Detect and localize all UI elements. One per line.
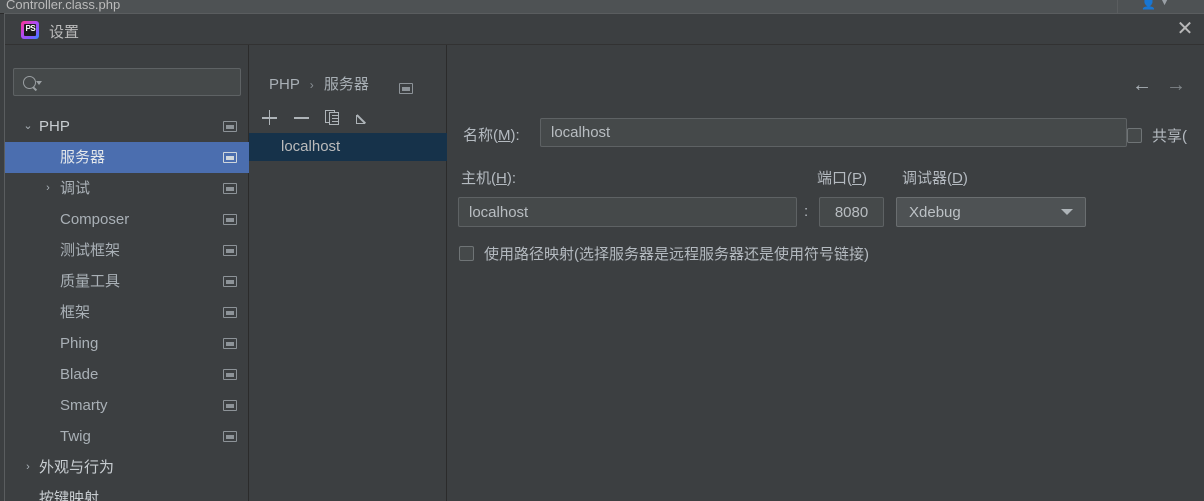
sidebar-item-4[interactable]: 测试框架 [5, 235, 249, 266]
sidebar-item-5[interactable]: 质量工具 [5, 266, 249, 297]
logo-text: PS [25, 24, 36, 33]
sidebar-item-2[interactable]: › 调试 [5, 173, 249, 204]
sidebar-item-1[interactable]: 服务器 [5, 142, 249, 173]
back-button[interactable]: ← [1127, 73, 1157, 97]
remove-server-button[interactable] [289, 105, 315, 131]
server-list-pane: PHP › 服务器 localhost [249, 45, 447, 501]
sidebar-item-label: Smarty [60, 397, 108, 414]
scope-badge-icon [223, 400, 237, 411]
sidebar-item-9[interactable]: Smarty [5, 390, 249, 421]
editor-tab-label[interactable]: Controller.class.php [6, 0, 120, 12]
scope-badge-icon [223, 369, 237, 380]
chevron-down-icon[interactable]: ⌄ [21, 111, 35, 142]
search-dropdown-icon[interactable] [36, 81, 42, 85]
chevron-right-icon[interactable]: › [41, 173, 55, 204]
navigation-arrows: ← → [1127, 73, 1197, 97]
scope-badge-icon [223, 431, 237, 442]
search-input[interactable] [13, 68, 241, 96]
sidebar-item-10[interactable]: Twig [5, 421, 249, 452]
phpstorm-logo-icon: PS [21, 21, 39, 39]
sidebar-item-label: 按键映射 [39, 490, 100, 501]
scope-badge-icon [223, 276, 237, 287]
server-name: localhost [281, 138, 341, 155]
path-mapping-checkbox[interactable] [459, 246, 474, 261]
name-label: 名称(M): [463, 127, 520, 144]
chevron-down-icon [1061, 209, 1073, 215]
shared-checkbox-row[interactable]: 共享( [1127, 125, 1187, 146]
sidebar-item-label: 框架 [60, 304, 91, 321]
port-label: 端口(P) [817, 170, 868, 187]
name-field[interactable]: localhost [540, 118, 1127, 147]
shared-label: 共享( [1152, 128, 1187, 145]
server-list-toolbar [249, 105, 447, 133]
port-field[interactable]: 8080 [819, 197, 884, 227]
sidebar-item-12[interactable]: 按键映射 [5, 483, 249, 501]
close-icon[interactable]: ✕ [1172, 16, 1198, 42]
host-field[interactable]: localhost [458, 197, 797, 227]
sidebar-item-label: Phing [60, 335, 99, 352]
forward-button[interactable]: → [1161, 73, 1191, 97]
chevron-down-icon[interactable]: ▼ [1159, 0, 1170, 8]
sidebar-item-label: Twig [60, 428, 91, 445]
sidebar-item-7[interactable]: Phing [5, 328, 249, 359]
dialog-title-bar: PS 设置 ✕ [5, 14, 1204, 45]
breadcrumb-root[interactable]: PHP [269, 76, 300, 93]
list-item[interactable]: localhost [249, 133, 447, 161]
scope-badge-icon [223, 307, 237, 318]
ide-toolbar-right: 👤 ▼ [1117, 0, 1204, 13]
path-mapping-checkbox-row[interactable]: 使用路径映射(选择服务器是远程服务器还是使用符号链接) [459, 243, 869, 264]
sidebar-item-label: 测试框架 [60, 242, 121, 259]
debugger-selected-value: Xdebug [909, 203, 961, 221]
debugger-label: 调试器(D) [902, 170, 968, 187]
sidebar-item-6[interactable]: 框架 [5, 297, 249, 328]
host-label: 主机(H): [461, 170, 517, 187]
person-icon: 👤 [1141, 0, 1156, 10]
breadcrumb-separator: › [309, 78, 314, 92]
dialog-title: 设置 [49, 24, 80, 41]
sidebar-item-0[interactable]: ⌄ PHP [5, 111, 249, 142]
path-mapping-label: 使用路径映射(选择服务器是远程服务器还是使用符号链接) [484, 246, 869, 263]
sidebar-item-label: 调试 [60, 180, 91, 197]
chevron-right-icon[interactable]: › [21, 452, 35, 483]
sidebar-item-8[interactable]: Blade [5, 359, 249, 390]
sidebar-item-label: 外观与行为 [39, 459, 115, 476]
scope-badge-icon [223, 121, 237, 132]
sidebar-item-11[interactable]: › 外观与行为 [5, 452, 249, 483]
breadcrumb-current: 服务器 [323, 76, 369, 93]
debugger-select[interactable]: Xdebug [896, 197, 1086, 227]
settings-dialog: PS 设置 ✕ ⌄ PHP 服务器 › 调试 Composer 测试框架 质量工具 框架 Phin… [4, 13, 1204, 501]
breadcrumb: PHP › 服务器 [269, 73, 369, 94]
scope-badge-icon [223, 245, 237, 256]
sidebar-item-label: PHP [39, 118, 70, 135]
sidebar-item-label: 质量工具 [60, 273, 121, 290]
add-server-button[interactable] [257, 105, 283, 131]
sidebar-item-label: Blade [60, 366, 99, 383]
copy-server-button[interactable] [319, 105, 345, 131]
scope-badge-icon [223, 152, 237, 163]
import-icon-head [356, 115, 365, 124]
shared-checkbox[interactable] [1127, 128, 1142, 143]
server-settings-form: ← → 名称(M): localhost 共享( 主机(H): 端口(P) 调试… [447, 45, 1204, 501]
copy-icon-front [329, 112, 339, 125]
sidebar-item-label: 服务器 [60, 149, 106, 166]
sidebar-item-3[interactable]: Composer [5, 204, 249, 235]
settings-tree: ⌄ PHP 服务器 › 调试 Composer 测试框架质量工具框架 Phing Blade Sm… [5, 111, 249, 501]
import-server-button[interactable] [351, 105, 377, 131]
editor-tab-bar: Controller.class.php 👤 ▼ [0, 0, 1204, 14]
scope-badge-icon [223, 338, 237, 349]
host-port-separator: : [804, 203, 809, 220]
scope-badge-icon [223, 183, 237, 194]
breadcrumb-scope-badge-icon [399, 83, 413, 94]
sidebar-item-label: Composer [60, 211, 130, 228]
search-icon [23, 76, 36, 89]
settings-sidebar: ⌄ PHP 服务器 › 调试 Composer 测试框架质量工具框架 Phing Blade Sm… [5, 45, 249, 501]
scope-badge-icon [223, 214, 237, 225]
